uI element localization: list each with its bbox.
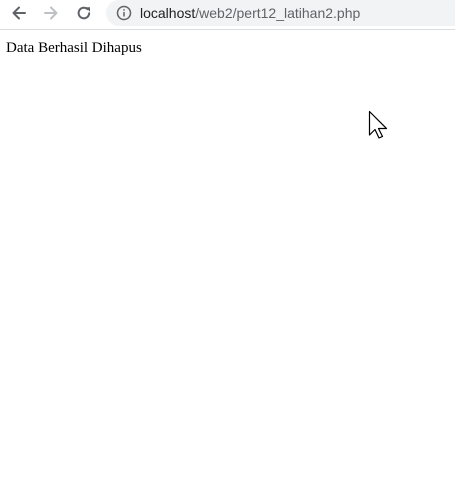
url-text[interactable]: localhost/web2/pert12_latihan2.php	[140, 4, 360, 22]
url-host: localhost	[140, 5, 196, 21]
back-button[interactable]	[7, 2, 31, 24]
reload-button[interactable]	[72, 2, 96, 24]
arrow-left-icon	[12, 6, 26, 20]
address-bar[interactable]: localhost/web2/pert12_latihan2.php	[106, 0, 455, 26]
mouse-cursor-icon	[368, 110, 388, 139]
status-message: Data Berhasil Dihapus	[6, 40, 142, 56]
url-path: /web2/pert12_latihan2.php	[195, 5, 361, 21]
info-icon[interactable]	[116, 5, 132, 21]
forward-button[interactable]	[39, 2, 63, 24]
page-content: Data Berhasil Dihapus	[0, 31, 455, 494]
browser-toolbar: localhost/web2/pert12_latihan2.php	[0, 0, 455, 30]
reload-icon	[77, 6, 91, 20]
arrow-right-icon	[44, 6, 58, 20]
